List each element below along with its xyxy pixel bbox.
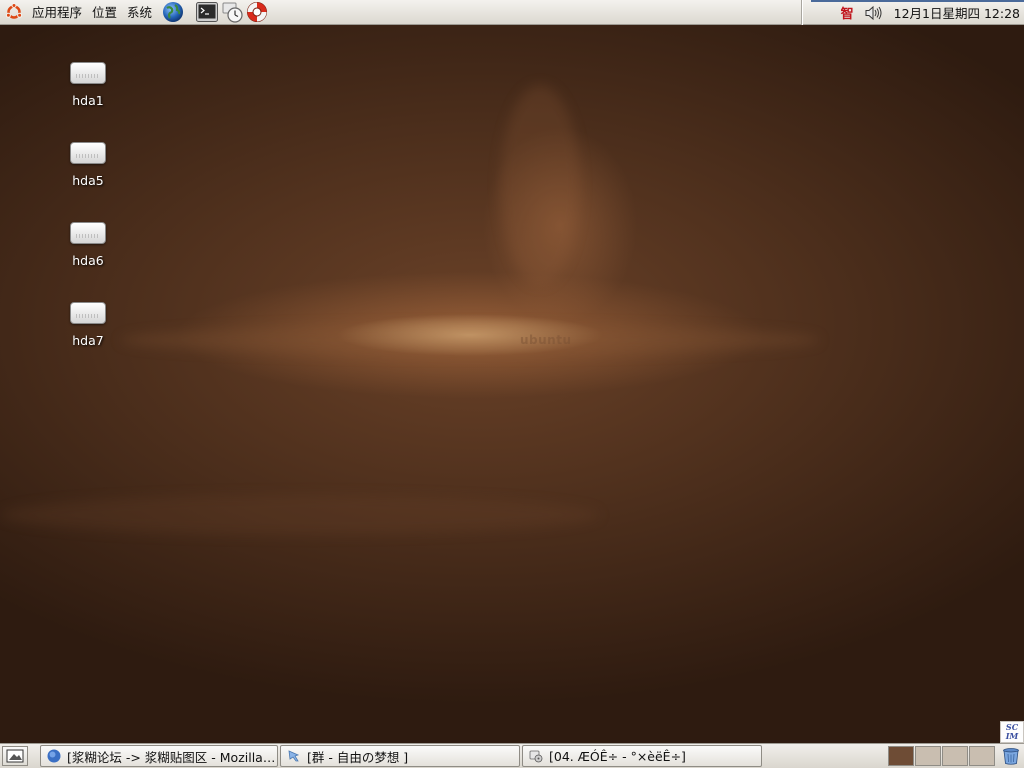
web-browser-icon[interactable] — [161, 0, 185, 24]
wallpaper-streak — [500, 85, 580, 285]
workspace-1[interactable] — [888, 746, 914, 766]
taskbar-item-chat[interactable]: [群 - 自由の梦想 ] — [280, 745, 520, 767]
desktop-icon-hda7[interactable]: hda7 — [48, 302, 128, 348]
desktop-icon-label: hda5 — [72, 173, 104, 188]
speaker-icon[interactable] — [864, 5, 882, 21]
scim-input-method-icon[interactable]: SC IM — [1000, 721, 1024, 743]
menu-system[interactable]: 系统 — [122, 0, 157, 25]
ubuntu-watermark: ubuntu — [520, 333, 572, 347]
hard-drive-icon — [70, 302, 106, 324]
desktop-icon-hda6[interactable]: hda6 — [48, 222, 128, 268]
hard-drive-icon — [70, 222, 106, 244]
scim-label-bottom: IM — [1005, 731, 1019, 741]
menu-applications[interactable]: 应用程序 — [27, 0, 87, 25]
taskbar-item-media-player[interactable]: [04. ÆÓÊ÷ - °×èëÊ÷] — [522, 745, 762, 767]
trash-icon[interactable] — [1002, 747, 1020, 765]
workspace-4[interactable] — [969, 746, 995, 766]
desktop-icon-hda1[interactable]: hda1 — [48, 62, 128, 108]
desktop-icon-label: hda1 — [72, 93, 104, 108]
taskbar-item-label: [群 - 自由の梦想 ] — [307, 749, 409, 765]
panel-clock[interactable]: 12月1日星期四 12:28 — [890, 3, 1024, 22]
bottom-panel: [浆糊论坛 -> 浆糊贴图区 - Mozilla Firefox] [群 - 自… — [0, 743, 1024, 768]
taskbar-item-firefox[interactable]: [浆糊论坛 -> 浆糊贴图区 - Mozilla Firefox] — [40, 745, 278, 767]
tray-separator — [800, 0, 803, 25]
workspace-3[interactable] — [942, 746, 968, 766]
input-method-indicator[interactable]: 智 — [841, 3, 854, 22]
hard-drive-icon — [70, 62, 106, 84]
chat-icon — [288, 750, 300, 762]
workspace-2[interactable] — [915, 746, 941, 766]
help-lifebuoy-icon[interactable] — [245, 0, 269, 24]
desktop-icon-label: hda6 — [72, 253, 104, 268]
firefox-icon — [47, 749, 61, 763]
taskbar-item-label: [浆糊论坛 -> 浆糊贴图区 - Mozilla Firefox] — [67, 749, 277, 765]
wallpaper-streak — [0, 495, 600, 535]
desktop-icon-hda5[interactable]: hda5 — [48, 142, 128, 188]
hard-drive-icon — [70, 142, 106, 164]
menu-places[interactable]: 位置 — [87, 0, 122, 25]
wallpaper-streak — [120, 325, 820, 355]
ubuntu-logo-icon[interactable] — [5, 3, 23, 21]
top-panel: 应用程序 位置 系统 智 12月1日星期四 12:28 — [0, 0, 1024, 25]
show-desktop-button[interactable] — [2, 746, 28, 766]
desktop-icon-label: hda7 — [72, 333, 104, 348]
terminal-icon[interactable] — [195, 0, 219, 24]
media-player-icon — [529, 750, 543, 763]
clock-app-icon[interactable] — [221, 0, 245, 24]
system-tray: 智 12月1日星期四 12:28 — [800, 0, 1024, 25]
taskbar-item-label: [04. ÆÓÊ÷ - °×èëÊ÷] — [549, 748, 686, 764]
show-desktop-icon — [6, 749, 24, 763]
tray-highlight — [810, 0, 1024, 2]
desktop-background: ubuntu hda1 hda5 hda6 hda7 — [0, 25, 1024, 743]
